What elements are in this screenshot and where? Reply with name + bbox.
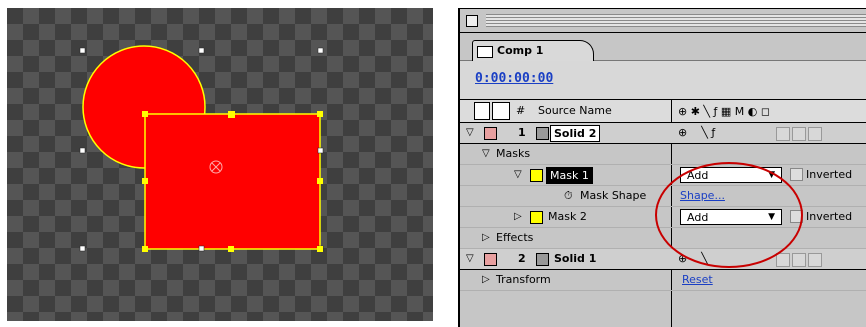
window-titlebar[interactable] [460,9,866,33]
switches-header-icons[interactable]: ⊕ ✱ ╲ ƒ ▦ M ◐ ◻ [678,104,858,118]
switch-box[interactable] [792,253,806,267]
svg-text:⊕ ✱ ╲ ƒ ▦ M ◐ ◻: ⊕ ✱ ╲ ƒ ▦ M ◐ ◻ [678,104,770,118]
timeline-window: Comp 1 0:00:00:00 # Source Name ⊕ ✱ ╲ ƒ … [458,8,866,327]
mask-2-name[interactable]: Mask 2 [548,210,587,223]
masks-group-row[interactable]: ▽ Masks [460,144,866,165]
twirl-right-icon[interactable]: ▷ [482,274,490,285]
layer-name[interactable]: Solid 2 [550,125,601,142]
layer-index: 1 [518,126,526,139]
solid-icon [536,253,549,266]
twirl-down-icon[interactable]: ▽ [514,169,522,180]
switch-box[interactable] [792,127,806,141]
tab-label: Comp 1 [497,44,544,57]
tab-strip: Comp 1 [460,34,866,61]
layer-switch-icon[interactable] [492,102,510,120]
highlight-ellipse [655,162,803,268]
composition-viewer[interactable] [7,8,433,321]
timecode-area: 0:00:00:00 [460,61,866,101]
mask-2-inverted-label: Inverted [806,210,853,223]
twirl-down-icon[interactable]: ▽ [466,253,474,264]
layer-index: 2 [518,252,526,265]
switch-box[interactable] [808,253,822,267]
switch-box[interactable] [776,253,790,267]
label-column-header[interactable] [474,102,490,120]
transform-label: Transform [496,273,551,286]
number-column-header[interactable]: # [516,104,525,117]
layer-row-solid-2[interactable]: ▽ 1 Solid 2 ⊕ ╲ ƒ [460,123,866,144]
mask-1-name[interactable]: Mask 1 [546,167,593,184]
composition-icon [477,46,493,58]
source-name-column-header[interactable]: Source Name [538,104,612,117]
layer-1-switches-icons[interactable]: ⊕ ╲ ƒ [678,126,715,139]
layer-row-solid-1[interactable]: ▽ 2 Solid 1 ⊕ ╲ [460,249,866,270]
switch-box[interactable] [808,127,822,141]
mask-color-swatch[interactable] [530,211,543,224]
layer-label-color[interactable] [484,253,497,266]
stopwatch-icon[interactable]: ⏱ [564,189,573,203]
column-header-row: # Source Name ⊕ ✱ ╲ ƒ ▦ M ◐ ◻ [460,100,866,123]
tab-comp-1[interactable]: Comp 1 [472,40,594,61]
mask-color-swatch[interactable] [530,169,543,182]
close-box-icon[interactable] [466,15,478,27]
current-time-display[interactable]: 0:00:00:00 [475,71,553,86]
mask-2-rectangle[interactable] [144,113,321,250]
transform-group-row[interactable]: ▷ Transform Reset [460,270,866,291]
twirl-down-icon[interactable]: ▽ [482,148,490,159]
mask-1-inverted-checkbox[interactable] [790,168,803,181]
mask-1-inverted-label: Inverted [806,168,853,181]
mask-1-row[interactable]: ▽ Mask 1 Add ▼ Inverted [460,165,866,186]
layer-label-color[interactable] [484,127,497,140]
layer-name[interactable]: Solid 1 [554,252,596,265]
transform-reset-link[interactable]: Reset [682,273,713,286]
viewer-canvas [79,45,324,252]
mask-shape-label: Mask Shape [580,189,647,202]
masks-label: Masks [496,147,531,160]
switch-box[interactable] [776,127,790,141]
twirl-down-icon[interactable]: ▽ [466,127,474,138]
twirl-right-icon[interactable]: ▷ [514,211,522,222]
solid-icon [536,127,549,140]
effects-label: Effects [496,231,534,244]
twirl-right-icon[interactable]: ▷ [482,232,490,243]
